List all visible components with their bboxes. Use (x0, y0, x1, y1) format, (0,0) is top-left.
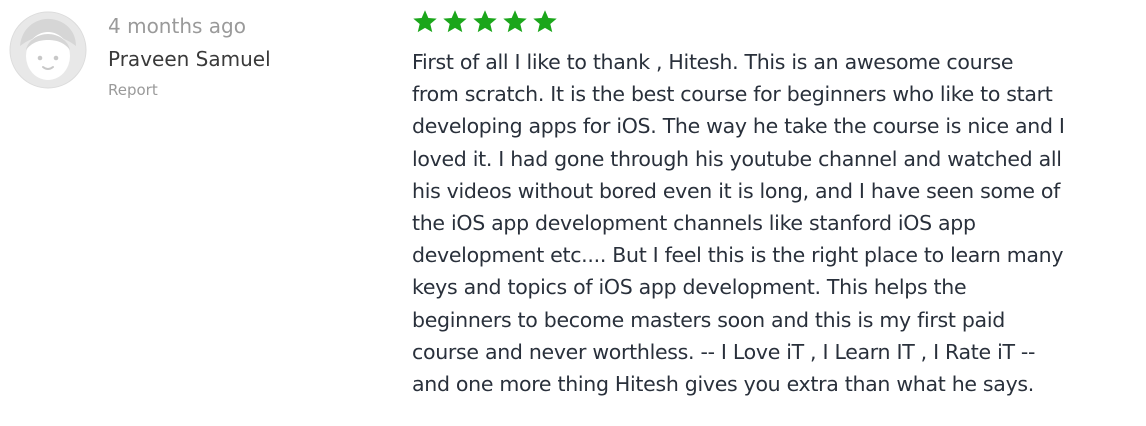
review-text-line: loved it. I had gone through his youtube… (412, 146, 1062, 171)
star-rating (412, 8, 1140, 36)
reviewer-meta: 4 months ago Praveen Samuel Report (108, 12, 388, 100)
review-text-line: and one more thing Hitesh gives you extr… (412, 372, 1034, 397)
review-text-line: keys and topics of iOS app development. … (412, 275, 967, 300)
review-card: 4 months ago Praveen Samuel Report First… (0, 0, 1146, 426)
review-text-line: his videos without bored even it is long… (412, 178, 1061, 203)
review-text-line: from scratch. It is the best course for … (412, 82, 1053, 107)
star-icon (533, 10, 557, 33)
reviewer-name: Praveen Samuel (108, 47, 271, 71)
review-text-line: the iOS app development channels like st… (412, 211, 976, 236)
star-icon (443, 10, 467, 33)
review-text-line: First of all I like to thank , Hitesh. T… (412, 50, 1014, 74)
review-text-line: beginners to become masters soon and thi… (412, 307, 1005, 332)
review-text: First of all I like to thank , Hitesh. T… (412, 46, 1140, 400)
star-icon (473, 10, 497, 33)
star-icon (413, 10, 437, 33)
default-avatar-icon (9, 11, 87, 89)
review-text-line: developing apps for iOS. The way he take… (412, 114, 1065, 139)
star-icon (503, 10, 527, 33)
report-link[interactable]: Report (108, 80, 388, 100)
avatar (8, 10, 88, 90)
review-text-line: development etc.... But I feel this is t… (412, 243, 1064, 268)
review-content: First of all I like to thank , Hitesh. T… (412, 8, 1140, 400)
review-time: 4 months ago (108, 14, 246, 38)
review-text-line: course and never worthless. -- I Love iT… (412, 339, 1036, 364)
